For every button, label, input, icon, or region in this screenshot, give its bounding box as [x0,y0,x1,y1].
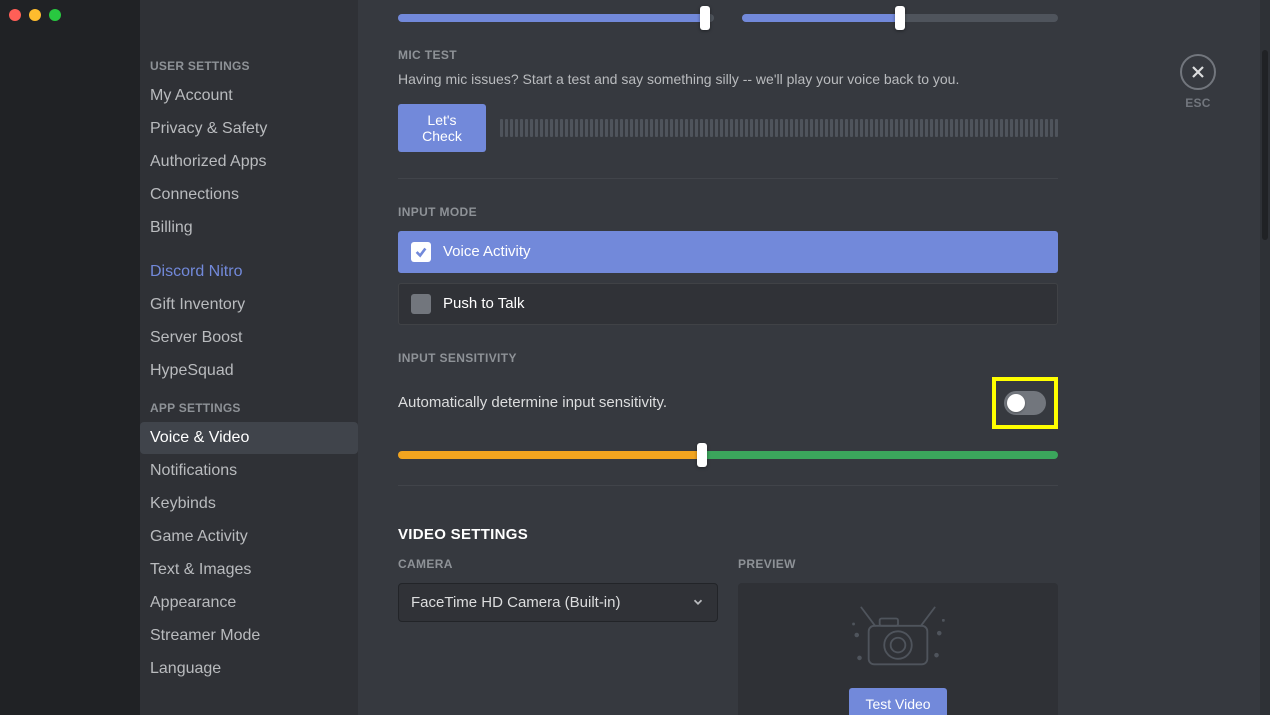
sidebar-item-game-activity[interactable]: Game Activity [140,521,358,553]
divider [398,178,1058,179]
auto-sensitivity-toggle[interactable] [1004,391,1046,415]
close-settings-button[interactable] [1180,54,1216,90]
window-traffic-lights [9,9,61,21]
sidebar-item-privacy-safety[interactable]: Privacy & Safety [140,113,358,145]
auto-sensitivity-label: Automatically determine input sensitivit… [398,394,667,411]
input-mode-push-to-talk-label: Push to Talk [443,295,524,312]
checkbox-icon [411,294,431,314]
sidebar-item-authorized-apps[interactable]: Authorized Apps [140,146,358,178]
camera-select-value: FaceTime HD Camera (Built-in) [411,594,620,611]
sidebar-item-notifications[interactable]: Notifications [140,455,358,487]
sidebar-header-app: APP SETTINGS [140,395,358,421]
input-mode-voice-activity[interactable]: Voice Activity [398,231,1058,273]
close-icon [1190,64,1206,80]
input-mode-voice-activity-label: Voice Activity [443,243,531,260]
esc-label: ESC [1180,96,1216,110]
sidebar-item-hypesquad[interactable]: HypeSquad [140,355,358,387]
settings-sidebar: USER SETTINGS My Account Privacy & Safet… [140,0,358,715]
mic-test-button[interactable]: Let's Check [398,104,486,152]
video-settings-title: VIDEO SETTINGS [398,526,1058,543]
sidebar-item-connections[interactable]: Connections [140,179,358,211]
sidebar-gutter [0,0,140,715]
mic-test-meter [500,119,1058,137]
sidebar-header-user: USER SETTINGS [140,53,358,79]
settings-content: ESC MIC TEST Having mic issues? Start a … [358,0,1270,715]
input-mode-push-to-talk[interactable]: Push to Talk [398,283,1058,325]
camera-select[interactable]: FaceTime HD Camera (Built-in) [398,583,718,622]
content-scrollbar[interactable] [1260,0,1270,715]
sidebar-item-gift-inventory[interactable]: Gift Inventory [140,289,358,321]
sidebar-item-my-account[interactable]: My Account [140,80,358,112]
input-sensitivity-slider[interactable] [398,451,1058,459]
sidebar-item-appearance[interactable]: Appearance [140,587,358,619]
sidebar-item-keybinds[interactable]: Keybinds [140,488,358,520]
close-settings-area: ESC [1180,54,1216,110]
sidebar-item-billing[interactable]: Billing [140,212,358,244]
divider [398,485,1058,486]
test-video-button[interactable]: Test Video [849,688,946,715]
maximize-window-dot[interactable] [49,9,61,21]
sidebar-item-voice-video[interactable]: Voice & Video [140,422,358,454]
sidebar-item-discord-nitro[interactable]: Discord Nitro [140,256,358,288]
mic-test-header: MIC TEST [398,48,1058,62]
volume-sliders-row [398,0,1058,22]
input-sensitivity-header: INPUT SENSITIVITY [398,351,1058,365]
video-preview-box: Test Video [738,583,1058,715]
minimize-window-dot[interactable] [29,9,41,21]
sidebar-item-language[interactable]: Language [140,653,358,685]
close-window-dot[interactable] [9,9,21,21]
input-mode-header: INPUT MODE [398,205,1058,219]
preview-header: PREVIEW [738,557,1058,571]
mic-test-help: Having mic issues? Start a test and say … [398,70,1058,90]
sidebar-item-streamer-mode[interactable]: Streamer Mode [140,620,358,652]
camera-header: CAMERA [398,557,718,571]
camera-illustration-icon [843,595,953,680]
chevron-down-icon [691,595,705,609]
annotation-highlight [992,377,1058,429]
sidebar-item-text-images[interactable]: Text & Images [140,554,358,586]
input-volume-slider[interactable] [398,14,714,22]
sidebar-item-server-boost[interactable]: Server Boost [140,322,358,354]
output-volume-slider[interactable] [742,14,1058,22]
checkbox-icon [411,242,431,262]
